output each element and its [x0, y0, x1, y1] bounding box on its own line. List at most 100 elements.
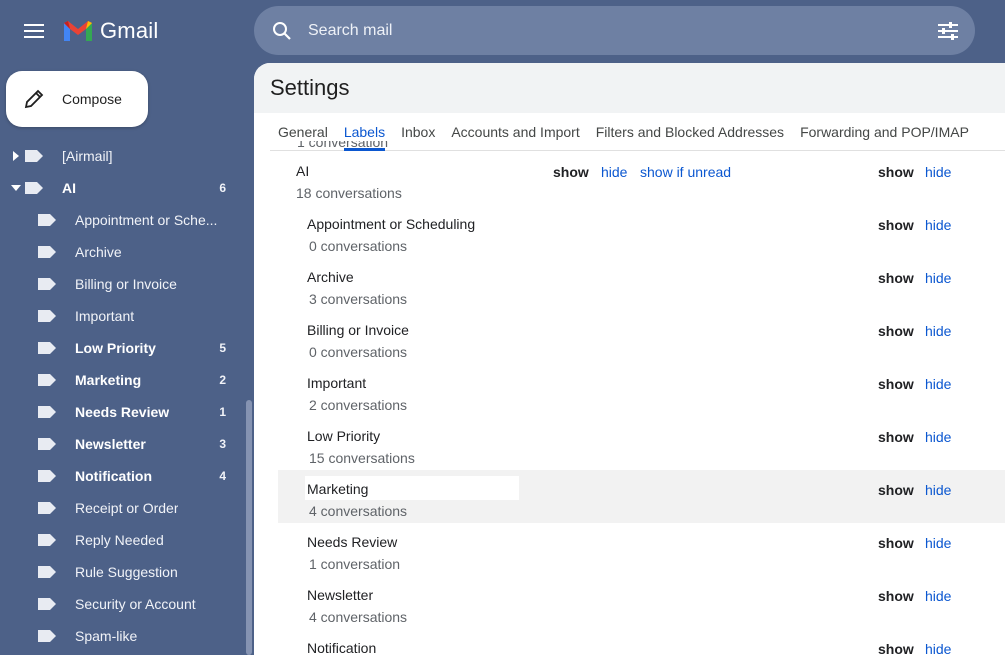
sidebar-item-important[interactable]: Important	[0, 300, 254, 332]
sidebar-item-ai[interactable]: AI 6	[0, 172, 254, 204]
tab-inbox[interactable]: Inbox	[401, 113, 435, 151]
label-row-ai: AI 18 conversations show hide show if un…	[278, 152, 1005, 205]
label-tag-icon	[37, 437, 57, 451]
label-name[interactable]: Newsletter	[307, 587, 373, 603]
collapse-arrow-icon[interactable]	[11, 183, 21, 193]
sidebar-item-label: Billing or Invoice	[75, 276, 177, 292]
search-input[interactable]	[308, 21, 888, 40]
expand-arrow-icon[interactable]	[11, 151, 21, 161]
label-count: 18 conversations	[296, 185, 402, 201]
message-list-show[interactable]: show	[878, 641, 914, 655]
sidebar-item-label: Newsletter	[75, 436, 146, 452]
search-options-button[interactable]	[935, 18, 961, 44]
message-list-hide[interactable]: hide	[925, 323, 951, 339]
message-list-show[interactable]: show	[878, 588, 914, 604]
sidebar-item-label: [Airmail]	[62, 148, 113, 164]
label-name[interactable]: Notification	[307, 640, 376, 655]
compose-label: Compose	[62, 91, 122, 107]
message-list-hide[interactable]: hide	[925, 217, 951, 233]
search-button[interactable]	[256, 6, 308, 55]
message-list-show[interactable]: show	[878, 323, 914, 339]
label-count: 3 conversations	[309, 291, 408, 307]
main-menu-button[interactable]	[14, 11, 54, 51]
sidebar-item-label: Spam-like	[75, 628, 138, 644]
message-list-show[interactable]: show	[878, 482, 914, 498]
sidebar-item-billing-or-invoice[interactable]: Billing or Invoice	[0, 268, 254, 300]
label-name[interactable]: Marketing	[307, 481, 368, 497]
label-count: 0 conversations	[309, 344, 408, 360]
label-tag-icon	[37, 565, 57, 579]
tab-forwarding-and-pop-imap[interactable]: Forwarding and POP/IMAP	[800, 113, 969, 151]
unread-count: 5	[219, 341, 226, 355]
search-bar[interactable]	[254, 6, 975, 55]
sidebar-item-notification[interactable]: Notification 4	[0, 460, 254, 492]
label-row: Appointment or Scheduling 0 conversations…	[278, 205, 1005, 258]
label-list-hide[interactable]: hide	[601, 164, 627, 180]
label-count: 15 conversations	[309, 450, 415, 466]
label-list-show[interactable]: show	[553, 164, 589, 180]
tab-filters-and-blocked-addresses[interactable]: Filters and Blocked Addresses	[596, 113, 784, 151]
message-list-show[interactable]: show	[878, 376, 914, 392]
message-list-hide[interactable]: hide	[925, 641, 951, 655]
sidebar-labels: [Airmail] AI 6 Appointment or Sche... Archiv…	[0, 140, 254, 652]
sidebar-item-receipt-or-order[interactable]: Receipt or Order	[0, 492, 254, 524]
message-list-show[interactable]: show	[878, 429, 914, 445]
message-list-hide[interactable]: hide	[925, 482, 951, 498]
sidebar-item-rule-suggestion[interactable]: Rule Suggestion	[0, 556, 254, 588]
label-name[interactable]: Low Priority	[307, 428, 380, 444]
sidebar-item-needs-review[interactable]: Needs Review 1	[0, 396, 254, 428]
label-name[interactable]: Billing or Invoice	[307, 322, 409, 338]
message-list-hide[interactable]: hide	[925, 164, 951, 180]
message-list-hide[interactable]: hide	[925, 535, 951, 551]
label-name[interactable]: Appointment or Scheduling	[307, 216, 475, 232]
label-name[interactable]: Important	[307, 375, 366, 391]
sidebar-item-marketing[interactable]: Marketing 2	[0, 364, 254, 396]
sidebar-item-label: Reply Needed	[75, 532, 164, 548]
sidebar-item-label: Rule Suggestion	[75, 564, 178, 580]
label-list-show-if-unread[interactable]: show if unread	[640, 164, 731, 180]
message-list-show[interactable]: show	[878, 535, 914, 551]
message-list-show[interactable]: show	[878, 164, 914, 180]
search-icon	[273, 21, 291, 40]
sidebar-item-label: Receipt or Order	[75, 500, 179, 516]
label-tag-icon	[37, 629, 57, 643]
label-tag-icon	[37, 501, 57, 515]
label-tag-icon	[37, 405, 57, 419]
gmail-logo[interactable]: Gmail	[62, 14, 158, 48]
sidebar-item-label: Appointment or Sche...	[75, 212, 218, 228]
sidebar-scrollbar[interactable]	[246, 400, 252, 655]
sidebar-item-airmail[interactable]: [Airmail]	[0, 140, 254, 172]
message-list-show[interactable]: show	[878, 217, 914, 233]
label-name: AI	[296, 163, 310, 179]
sidebar-item-reply-needed[interactable]: Reply Needed	[0, 524, 254, 556]
label-tag-icon	[24, 149, 44, 163]
compose-button[interactable]: Compose	[6, 71, 148, 127]
filter-options-icon	[938, 22, 958, 40]
message-list-hide[interactable]: hide	[925, 429, 951, 445]
message-list-hide[interactable]: hide	[925, 376, 951, 392]
tab-accounts-and-import[interactable]: Accounts and Import	[451, 113, 579, 151]
unread-count: 4	[219, 469, 226, 483]
sidebar-item-security-or-account[interactable]: Security or Account	[0, 588, 254, 620]
sidebar-item-label: Notification	[75, 468, 152, 484]
message-list-hide[interactable]: hide	[925, 588, 951, 604]
sidebar-item-low-priority[interactable]: Low Priority 5	[0, 332, 254, 364]
label-count: 0 conversations	[309, 238, 408, 254]
label-tag-icon	[37, 469, 57, 483]
label-row: Low Priority 15 conversations show hide	[278, 417, 1005, 470]
settings-panel: Settings General Labels Inbox Accounts and …	[254, 63, 1005, 655]
label-name[interactable]: Archive	[307, 269, 354, 285]
label-row: Billing or Invoice 0 conversations show hid…	[278, 311, 1005, 364]
label-tag-icon	[37, 277, 57, 291]
sidebar-item-newsletter[interactable]: Newsletter 3	[0, 428, 254, 460]
label-row: Needs Review 1 conversation show hide	[278, 523, 1005, 576]
sidebar-item-archive[interactable]: Archive	[0, 236, 254, 268]
message-list-hide[interactable]: hide	[925, 270, 951, 286]
label-name[interactable]: Needs Review	[307, 534, 397, 550]
sidebar-item-spam-like[interactable]: Spam-like	[0, 620, 254, 652]
label-count: 1 conversation	[309, 556, 401, 572]
message-list-show[interactable]: show	[878, 270, 914, 286]
sidebar-item-appointment-or-sche[interactable]: Appointment or Sche...	[0, 204, 254, 236]
label-tag-icon	[37, 597, 57, 611]
label-tag-icon	[37, 245, 57, 259]
